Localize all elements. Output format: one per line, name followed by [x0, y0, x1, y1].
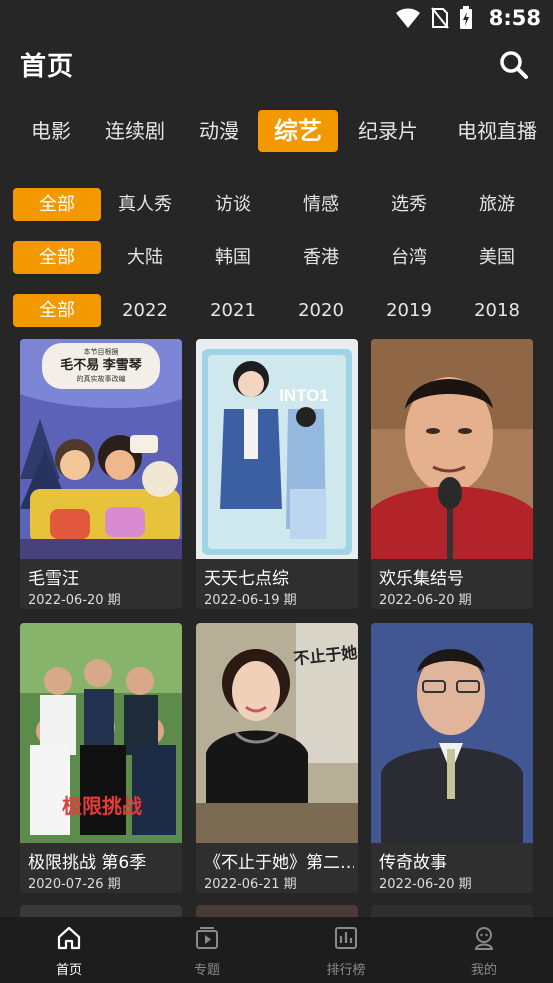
show-poster — [371, 623, 533, 843]
nav-home[interactable]: 首页 — [9, 917, 129, 983]
filter-year-2019[interactable]: 2019 — [365, 294, 453, 327]
filter-region-taiwan[interactable]: 台湾 — [365, 241, 453, 274]
svg-text:极限挑战: 极限挑战 — [62, 794, 142, 818]
filter-year-2018[interactable]: 2018 — [453, 294, 541, 327]
filter-type-talk[interactable]: 访谈 — [189, 188, 277, 221]
profile-icon — [474, 927, 494, 950]
category-tabs: 电影 连续剧 动漫 综艺 纪录片 电视直播 — [0, 110, 553, 158]
show-title: 《不止于她》第二… — [204, 853, 354, 873]
filter-region-mainland[interactable]: 大陆 — [101, 241, 189, 274]
tab-variety[interactable]: 综艺 — [258, 110, 338, 152]
filter-type-talent[interactable]: 选秀 — [365, 188, 453, 221]
filter-year-all[interactable]: 全部 — [13, 294, 101, 327]
svg-text:INTO1: INTO1 — [279, 386, 329, 405]
filter-year-2020[interactable]: 2020 — [277, 294, 365, 327]
nav-topics[interactable]: 专题 — [147, 917, 267, 983]
show-date: 2022-06-21 期 — [204, 877, 297, 892]
show-date: 2022-06-20 期 — [379, 877, 472, 892]
show-poster: 不止于她 — [196, 623, 358, 843]
tab-documentary[interactable]: 纪录片 — [350, 110, 426, 152]
tab-anime[interactable]: 动漫 — [190, 110, 248, 152]
svg-text:毛不易 李雪琴: 毛不易 李雪琴 — [60, 357, 143, 372]
tab-series[interactable]: 连续剧 — [98, 110, 172, 152]
show-card[interactable]: INTO1 天天七点综 2022-06-19 期 — [196, 339, 358, 609]
filter-type-all[interactable]: 全部 — [13, 188, 101, 221]
filter-row-year: 全部 2022 2021 2020 2019 2018 — [0, 294, 553, 328]
ranking-icon — [335, 927, 357, 949]
filter-type-emotion[interactable]: 情感 — [277, 188, 365, 221]
status-time: 8:58 — [488, 6, 541, 30]
filter-year-2021[interactable]: 2021 — [189, 294, 277, 327]
filter-region-hongkong[interactable]: 香港 — [277, 241, 365, 274]
nav-home-label: 首页 — [55, 963, 82, 978]
topic-icon — [196, 927, 218, 949]
battery-charging-icon — [460, 6, 472, 29]
filter-type-travel[interactable]: 旅游 — [453, 188, 541, 221]
filter-row-type: 全部 真人秀 访谈 情感 选秀 旅游 — [0, 188, 553, 222]
show-card[interactable]: 欢乐集结号 2022-06-20 期 — [371, 339, 533, 609]
status-icons — [395, 6, 473, 30]
nav-profile-label: 我的 — [470, 963, 497, 978]
tab-movie[interactable]: 电影 — [22, 110, 80, 152]
app-header: 首页 — [0, 36, 553, 96]
filter-region-korea[interactable]: 韩国 — [189, 241, 277, 274]
filter-row-region: 全部 大陆 韩国 香港 台湾 美国 — [0, 241, 553, 275]
bottom-navigation: 首页 专题 排行榜 我的 — [0, 917, 553, 983]
show-poster: INTO1 — [196, 339, 358, 559]
search-button[interactable] — [499, 50, 529, 80]
status-bar: 8:58 — [0, 0, 553, 36]
show-card[interactable]: 极限挑战 极限挑战 第6季 2020-07-26 期 — [20, 623, 182, 893]
search-icon — [500, 51, 528, 79]
wifi-icon — [396, 8, 420, 28]
page-title: 首页 — [20, 52, 75, 82]
tab-tv-live[interactable]: 电视直播 — [446, 110, 548, 152]
show-card[interactable]: 传奇故事 2022-06-20 期 — [371, 623, 533, 893]
filter-region-all[interactable]: 全部 — [13, 241, 101, 274]
show-date: 2020-07-26 期 — [28, 877, 121, 892]
show-poster — [371, 339, 533, 559]
home-icon — [57, 926, 81, 950]
svg-text:本节目根据: 本节目根据 — [84, 347, 119, 356]
no-sim-icon — [431, 7, 449, 29]
show-poster: 极限挑战 — [20, 623, 182, 843]
show-title: 欢乐集结号 — [379, 569, 464, 589]
filter-region-usa[interactable]: 美国 — [453, 241, 541, 274]
nav-ranking-label: 排行榜 — [326, 963, 366, 978]
show-date: 2022-06-19 期 — [204, 593, 297, 608]
show-date: 2022-06-20 期 — [379, 593, 472, 608]
show-title: 传奇故事 — [379, 853, 447, 873]
svg-text:的真实故事改编: 的真实故事改编 — [77, 374, 126, 383]
show-date: 2022-06-20 期 — [28, 593, 121, 608]
nav-ranking[interactable]: 排行榜 — [286, 917, 406, 983]
show-title: 天天七点综 — [204, 569, 289, 589]
show-card[interactable]: 不止于她 《不止于她》第二… 2022-06-21 期 — [196, 623, 358, 893]
show-poster: 本节目根据 毛不易 李雪琴 的真实故事改编 — [20, 339, 182, 559]
nav-topics-label: 专题 — [193, 963, 220, 978]
show-card[interactable]: 本节目根据 毛不易 李雪琴 的真实故事改编 毛雪汪 2022-06-20 期 — [20, 339, 182, 609]
filter-type-reality[interactable]: 真人秀 — [101, 188, 189, 221]
filter-year-2022[interactable]: 2022 — [101, 294, 189, 327]
show-title: 极限挑战 第6季 — [28, 853, 147, 873]
show-title: 毛雪汪 — [28, 569, 79, 589]
nav-profile[interactable]: 我的 — [424, 917, 544, 983]
